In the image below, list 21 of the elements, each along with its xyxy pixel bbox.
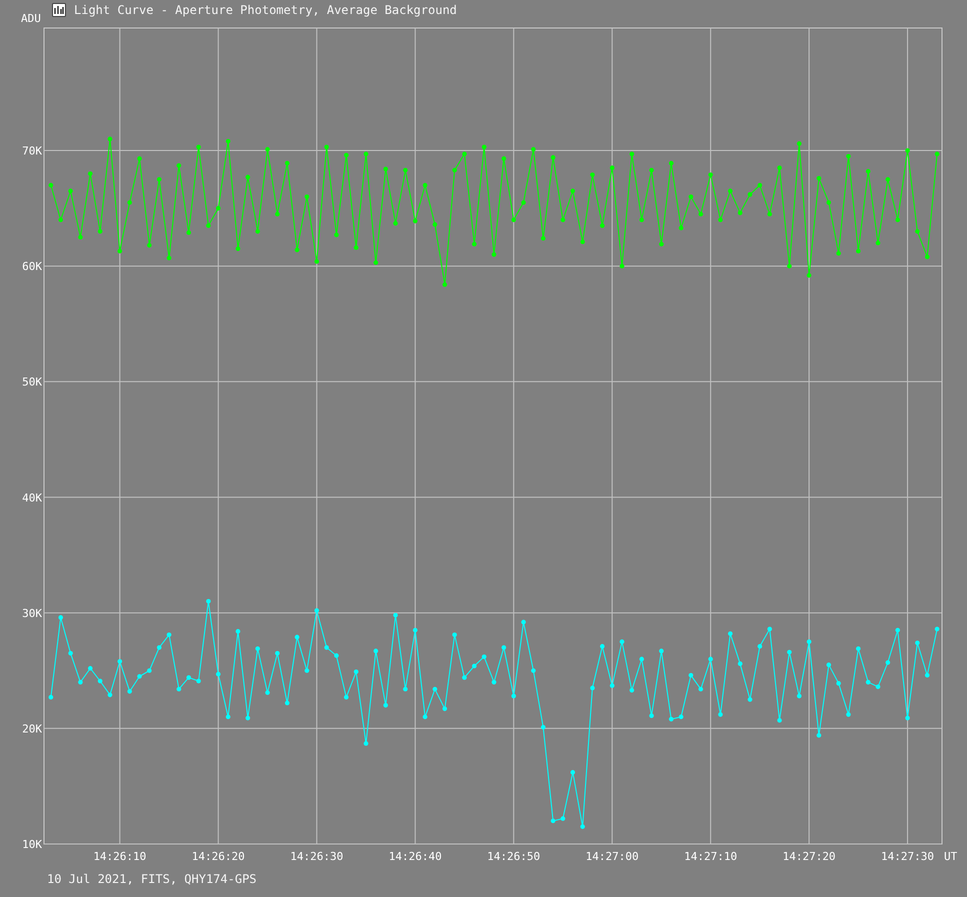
y-axis-label: ADU <box>21 12 41 25</box>
x-tick-label: 14:26:30 <box>290 850 344 863</box>
x-tick-label: 14:27:30 <box>881 850 934 863</box>
x-tick-label: 14:26:10 <box>93 850 146 863</box>
y-tick-label: 10K <box>22 838 42 851</box>
y-tick-label: 30K <box>22 606 42 620</box>
x-tick-label: 14:26:50 <box>487 850 540 863</box>
x-tick-label: 14:26:20 <box>192 850 245 863</box>
x-tick-label: 14:27:10 <box>684 850 738 863</box>
y-tick-label: 20K <box>22 722 42 736</box>
y-tick-label: 40K <box>22 491 42 504</box>
x-tick-label: 14:27:00 <box>586 850 639 863</box>
x-axis-label: UT <box>944 850 958 863</box>
x-tick-label: 14:26:40 <box>388 850 442 863</box>
chart-icon <box>52 3 66 17</box>
window-title: Light Curve - Aperture Photometry, Average Background <box>74 3 457 17</box>
x-tick-label: 14:27:20 <box>782 850 836 863</box>
y-tick-label: 50K <box>22 376 42 389</box>
y-tick-label: 70K <box>22 144 42 158</box>
status-text: 10 Jul 2021, FITS, QHY174-GPS <box>47 872 257 886</box>
y-tick-label: 60K <box>22 260 42 274</box>
